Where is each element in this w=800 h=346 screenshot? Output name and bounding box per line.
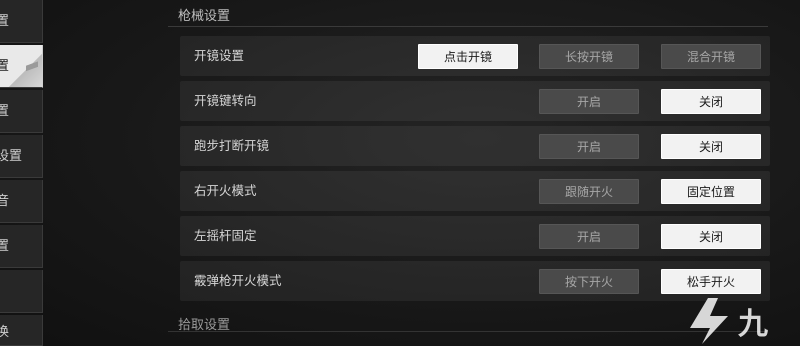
setting-label: 左摇杆固定 xyxy=(194,228,257,243)
setting-row-scope-mode: 开镜设置 点击开镜 长按开镜 混合开镜 xyxy=(180,36,770,76)
option-off-button[interactable]: 关闭 xyxy=(661,134,761,159)
section-divider xyxy=(168,26,768,27)
setting-row-right-fire-mode: 右开火模式 跟随开火 固定位置 xyxy=(180,171,770,211)
settings-screen: 置 置 置 设置 音 置 换 枪械设置 开镜设置 点击开镜 长按开镜 混合开镜 … xyxy=(0,0,800,346)
sidebar-item-5[interactable]: 音 xyxy=(0,180,43,223)
sidebar-item-1[interactable]: 置 xyxy=(0,0,43,43)
option-off-button[interactable]: 关闭 xyxy=(661,224,761,249)
option-on-button[interactable]: 开启 xyxy=(539,134,639,159)
option-on-button[interactable]: 开启 xyxy=(539,224,639,249)
setting-row-shotgun-fire-mode: 霰弹枪开火模式 按下开火 松手开火 xyxy=(180,261,770,301)
option-follow-fire-button[interactable]: 跟随开火 xyxy=(539,179,639,204)
sidebar-item-4[interactable]: 设置 xyxy=(0,135,43,178)
watermark-text: 九 xyxy=(738,307,768,342)
sidebar-item-2[interactable]: 置 xyxy=(0,45,43,88)
option-hold-scope-button[interactable]: 长按开镜 xyxy=(539,44,639,69)
option-on-button[interactable]: 开启 xyxy=(539,89,639,114)
sidebar-item-label: 置 xyxy=(0,0,9,42)
sidebar-item-label: 设置 xyxy=(0,149,23,164)
setting-label: 右开火模式 xyxy=(194,183,257,198)
setting-row-run-interrupt: 跑步打断开镜 开启 关闭 xyxy=(180,126,770,166)
sidebar-item-3[interactable]: 置 xyxy=(0,90,43,133)
setting-label: 霰弹枪开火模式 xyxy=(194,273,282,288)
setting-label: 开镜设置 xyxy=(194,48,245,63)
setting-row-left-joystick: 左摇杆固定 开启 关闭 xyxy=(180,216,770,256)
option-off-button[interactable]: 关闭 xyxy=(661,89,761,114)
setting-row-scope-turn: 开镜键转向 开启 关闭 xyxy=(180,81,770,121)
sidebar-item-7[interactable] xyxy=(0,270,43,313)
option-tap-scope-button[interactable]: 点击开镜 xyxy=(418,44,518,69)
sidebar-item-label: 换 xyxy=(0,315,9,345)
brand-logo-icon: 九 xyxy=(688,290,800,346)
option-press-fire-button[interactable]: 按下开火 xyxy=(539,269,639,294)
setting-label: 开镜键转向 xyxy=(194,93,257,108)
sidebar-item-8[interactable]: 换 xyxy=(0,315,43,346)
sidebar-item-label: 置 xyxy=(0,90,9,132)
sidebar-item-label: 置 xyxy=(0,225,9,267)
section-divider xyxy=(168,331,768,332)
option-mixed-scope-button[interactable]: 混合开镜 xyxy=(661,44,761,69)
section-title: 枪械设置 xyxy=(178,9,231,24)
sidebar: 置 置 置 设置 音 置 换 xyxy=(0,0,44,346)
option-fixed-position-button[interactable]: 固定位置 xyxy=(661,179,761,204)
setting-label: 跑步打断开镜 xyxy=(194,138,270,153)
sidebar-item-6[interactable]: 置 xyxy=(0,225,43,268)
sidebar-item-label: 置 xyxy=(0,45,9,87)
sidebar-item-label: 音 xyxy=(0,180,9,222)
